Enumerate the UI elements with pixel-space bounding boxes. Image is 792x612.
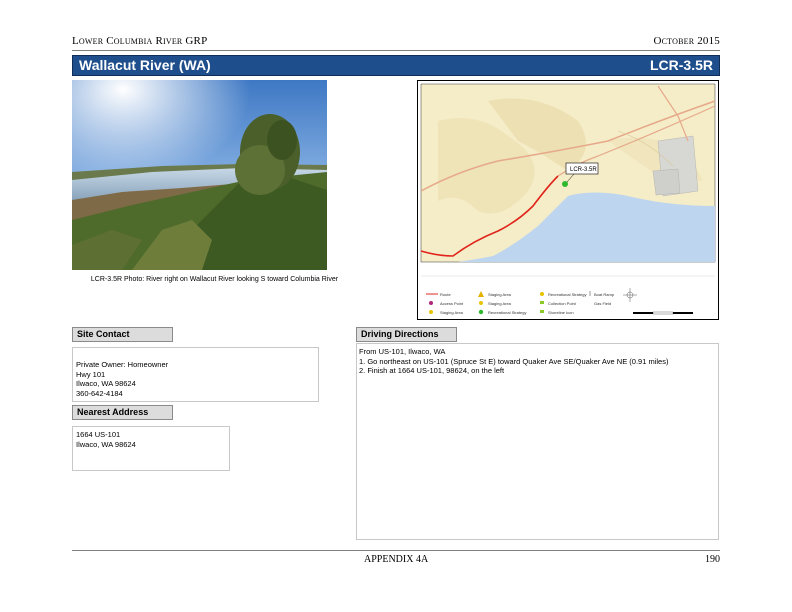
site-contact-box: Private Owner: Homeowner Hwy 101 Ilwaco,… [72,347,319,402]
legend-item: Access Point [440,301,464,306]
legend-item: Staging Area [440,310,463,315]
site-contact-line: Hwy 101 [76,369,106,379]
legend-item: Boat Ramp [594,292,615,297]
site-contact-heading: Site Contact [72,327,173,342]
site-code: LCR-3.5R [649,57,713,73]
site-name: Wallacut River (WA) [79,57,211,73]
direction-line: 1. Go northeast on US-101 (Spruce St E) … [359,356,669,366]
site-contact-line: Private Owner: Homeowner [76,360,169,369]
driving-directions-box: From US-101, Ilwaco, WA 1. Go northeast … [356,343,719,540]
legend-item: Staging Area [488,292,511,297]
address-line: 1664 US-101 [76,430,121,439]
direction-line: 2. Finish at 1664 US-101, 98624, on the … [359,366,505,375]
site-map[interactable]: LCR-3.5R Route Access Point Staging Area… [417,80,719,320]
address-line: Ilwaco, WA 98624 [76,439,136,449]
site-contact-line: 360-642-4184 [76,388,123,398]
site-photo [72,80,327,270]
legend-item: Recreational Strategy [488,310,527,315]
title-bar: Wallacut River (WA) LCR-3.5R [72,55,720,76]
legend-item: Gas Field [594,301,612,306]
legend-item: Shoreline Icon [548,310,574,315]
legend-item: Recreational Strategy [548,292,587,297]
site-contact-line: Ilwaco, WA 98624 [76,379,136,388]
nearest-address-heading: Nearest Address [72,405,173,420]
footer-appendix: APPENDIX 4A [364,554,429,565]
nearest-address-box: 1664 US-101 Ilwaco, WA 98624 [72,426,230,471]
legend-item: Route [440,292,451,297]
header-rule [72,50,720,51]
map-callout-label: LCR-3.5R [570,167,597,173]
header-date: October 2015 [653,35,720,47]
driving-directions-heading: Driving Directions [356,327,457,342]
footer-rule [72,550,720,551]
legend-item: Collection Point [548,301,576,306]
header-org: Lower Columbia River GRP [72,35,208,47]
map-graphic: LCR-3.5R [420,83,716,315]
photo-caption: LCR-3.5R Photo: River right on Wallacut … [90,276,339,283]
legend-item: Staging Area [488,301,511,306]
direction-line: From US-101, Ilwaco, WA [359,347,446,356]
page-number: 190 [705,554,720,565]
